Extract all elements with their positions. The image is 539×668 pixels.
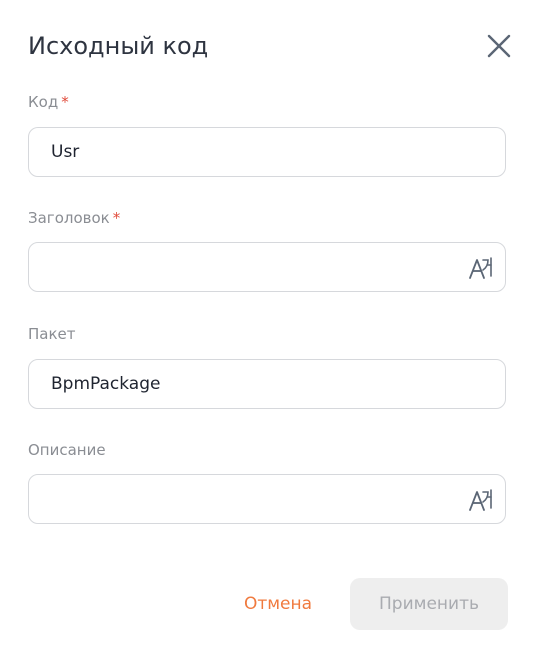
required-mark: * (61, 93, 69, 111)
source-code-dialog: Исходный код Код* Usr Заголовок* Пакет (0, 0, 539, 668)
caption-label-text: Заголовок (28, 209, 110, 227)
translate-icon[interactable] (467, 254, 495, 282)
dialog-title: Исходный код (28, 32, 209, 60)
translate-icon[interactable] (467, 486, 495, 514)
cancel-button[interactable]: Отмена (232, 579, 324, 629)
close-icon (487, 34, 511, 58)
code-label-text: Код (28, 93, 59, 111)
description-label-text: Описание (28, 441, 106, 459)
description-input[interactable] (28, 474, 506, 524)
code-label: Код * (28, 92, 69, 112)
code-input[interactable]: Usr (28, 127, 506, 177)
close-button[interactable] (484, 31, 514, 61)
apply-button[interactable]: Применить (350, 578, 508, 630)
code-input-value: Usr (51, 142, 80, 162)
package-input-value: BpmPackage (51, 374, 161, 394)
required-mark: * (112, 209, 121, 227)
package-label: Пакет (28, 324, 76, 344)
description-label: Описание (28, 440, 106, 460)
caption-label: Заголовок * (28, 208, 120, 228)
package-label-text: Пакет (28, 325, 76, 343)
package-input[interactable]: BpmPackage (28, 359, 506, 409)
caption-input[interactable] (28, 242, 506, 292)
